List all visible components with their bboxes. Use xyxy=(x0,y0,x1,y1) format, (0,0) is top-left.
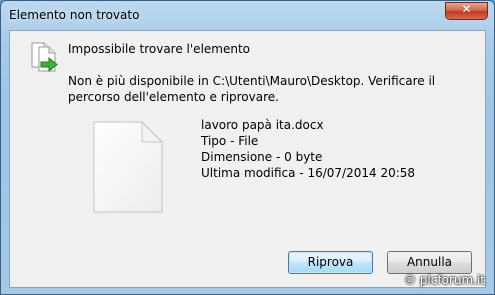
cancel-button[interactable]: Annulla xyxy=(387,251,472,274)
close-button[interactable]: ✕ xyxy=(445,2,488,20)
close-icon: ✕ xyxy=(461,2,472,16)
retry-button[interactable]: Riprova xyxy=(288,251,373,274)
file-name: lavoro papà ita.docx xyxy=(201,118,324,132)
dialog-window: Elemento non trovato ✕ Impossibile trova… xyxy=(0,0,495,295)
file-type: Tipo - File xyxy=(201,134,259,148)
dialog-heading: Impossibile trovare l'elemento xyxy=(68,42,251,56)
window-title: Elemento non trovato xyxy=(9,8,140,22)
blank-document-icon xyxy=(93,120,164,213)
title-bar[interactable]: Elemento non trovato ✕ xyxy=(1,1,494,29)
dialog-body: Impossibile trovare l'elemento Non è più… xyxy=(9,30,486,288)
watermark: © plcforum.it xyxy=(403,273,485,287)
file-details: lavoro papà ita.docx Tipo - File Dimensi… xyxy=(201,117,415,181)
dialog-message: Non è più disponibile in C:\Utenti\Mauro… xyxy=(68,74,436,104)
file-modified: Ultima modifica - 16/07/2014 20:58 xyxy=(201,166,416,180)
file-move-icon xyxy=(31,42,58,73)
file-size: Dimensione - 0 byte xyxy=(201,150,323,164)
